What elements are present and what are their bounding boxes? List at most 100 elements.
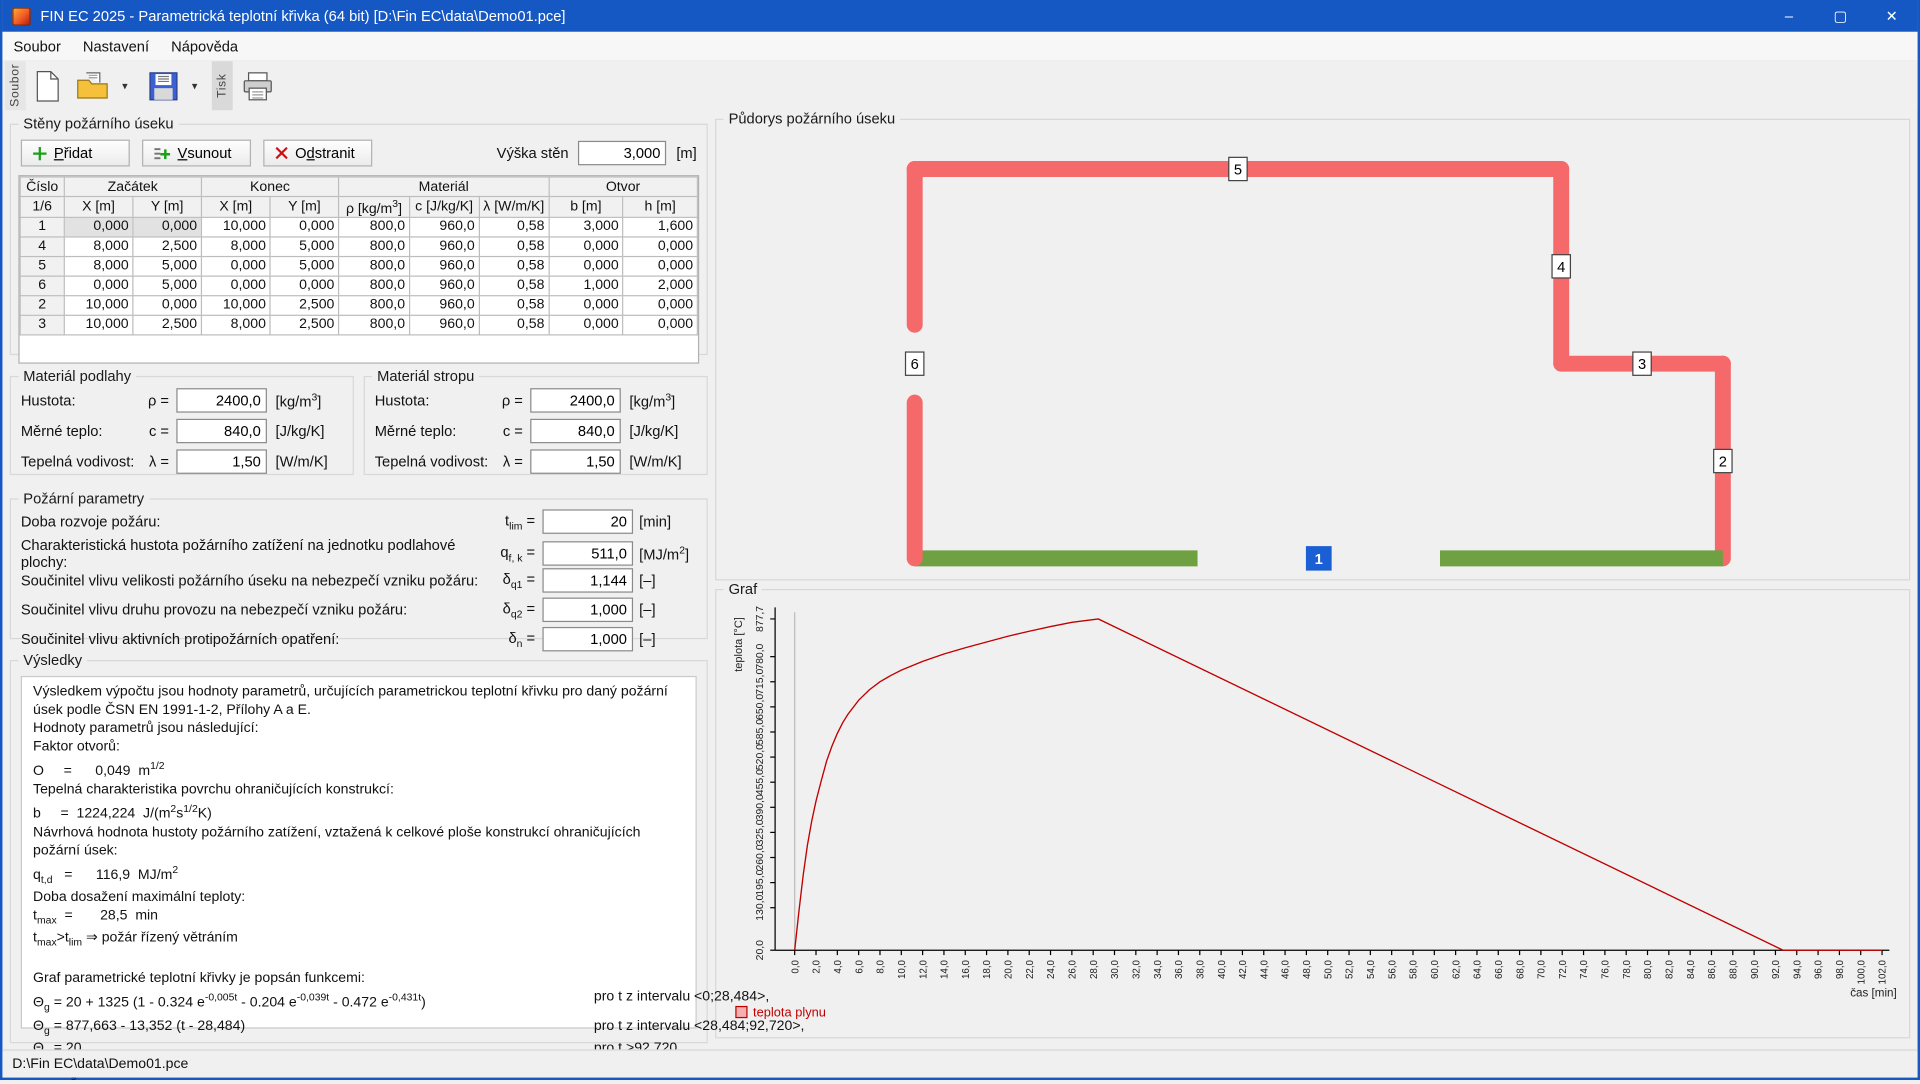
column-group-header: Začátek bbox=[64, 177, 201, 197]
ceiling-material-input[interactable] bbox=[530, 418, 621, 442]
floor-material-input[interactable] bbox=[176, 449, 267, 473]
wall-cell[interactable]: 0,000 bbox=[623, 296, 697, 316]
menu-item-npovda[interactable]: Nápověda bbox=[160, 34, 249, 58]
wall-row-number[interactable]: 4 bbox=[20, 237, 64, 257]
save-dropdown[interactable]: ▾ bbox=[187, 79, 202, 92]
wall-row-4[interactable]: 48,0002,5008,0005,000800,0960,00,580,000… bbox=[20, 237, 697, 257]
wall-cell[interactable]: 800,0 bbox=[339, 256, 410, 276]
wall-cell[interactable]: 0,000 bbox=[133, 217, 201, 237]
wall-cell[interactable]: 2,500 bbox=[270, 296, 338, 316]
wall-cell[interactable]: 0,58 bbox=[479, 315, 549, 335]
wall-height-input[interactable] bbox=[578, 141, 666, 165]
menu-item-nastaven[interactable]: Nastavení bbox=[72, 34, 160, 58]
wall-cell[interactable]: 800,0 bbox=[339, 296, 410, 316]
wall-cell[interactable]: 800,0 bbox=[339, 315, 410, 335]
wall-row-number[interactable]: 1 bbox=[20, 217, 64, 237]
wall-cell[interactable]: 0,000 bbox=[270, 217, 338, 237]
fire-param-input[interactable] bbox=[542, 509, 633, 533]
wall-cell[interactable]: 0,000 bbox=[64, 276, 133, 296]
wall-cell[interactable]: 2,500 bbox=[133, 237, 201, 257]
wall-cell[interactable]: 0,000 bbox=[623, 315, 697, 335]
window-controls: – ▢ ✕ bbox=[1763, 0, 1917, 32]
new-file-button[interactable] bbox=[28, 67, 67, 105]
ceiling-material-input[interactable] bbox=[530, 388, 621, 412]
floor-material-input[interactable] bbox=[176, 388, 267, 412]
wall-cell[interactable]: 10,000 bbox=[64, 296, 133, 316]
wall-row-1[interactable]: 10,0000,00010,0000,000800,0960,00,583,00… bbox=[20, 217, 697, 237]
wall-cell[interactable]: 2,000 bbox=[623, 276, 697, 296]
wall-cell[interactable]: 0,000 bbox=[201, 256, 270, 276]
wall-cell[interactable]: 0,58 bbox=[479, 276, 549, 296]
wall-cell[interactable]: 800,0 bbox=[339, 217, 410, 237]
wall-cell[interactable]: 10,000 bbox=[64, 315, 133, 335]
wall-cell[interactable]: 960,0 bbox=[409, 276, 479, 296]
wall-cell[interactable]: 0,000 bbox=[133, 296, 201, 316]
wall-cell[interactable]: 0,000 bbox=[64, 217, 133, 237]
wall-cell[interactable]: 5,000 bbox=[270, 237, 338, 257]
ceiling-material-row-2: Tepelná vodivost:λ =[W/m/K] bbox=[375, 446, 697, 477]
wall-cell[interactable]: 0,58 bbox=[479, 256, 549, 276]
wall-cell[interactable]: 0,000 bbox=[549, 315, 623, 335]
wall-cell[interactable]: 800,0 bbox=[339, 276, 410, 296]
wall-row-3[interactable]: 310,0002,5008,0002,500800,0960,00,580,00… bbox=[20, 315, 697, 335]
wall-cell[interactable]: 0,000 bbox=[623, 256, 697, 276]
wall-label-6: 6 bbox=[906, 352, 924, 375]
wall-cell[interactable]: 960,0 bbox=[409, 237, 479, 257]
wall-cell[interactable]: 960,0 bbox=[409, 315, 479, 335]
wall-cell[interactable]: 2,500 bbox=[270, 315, 338, 335]
wall-cell[interactable]: 5,000 bbox=[133, 256, 201, 276]
wall-cell[interactable]: 5,000 bbox=[133, 276, 201, 296]
add-button[interactable]: Přidat bbox=[21, 140, 130, 167]
wall-row-5[interactable]: 58,0005,0000,0005,000800,0960,00,580,000… bbox=[20, 256, 697, 276]
fire-param-symbol: δq2 = bbox=[486, 600, 542, 620]
wall-cell[interactable]: 960,0 bbox=[409, 217, 479, 237]
wall-cell[interactable]: 0,000 bbox=[270, 276, 338, 296]
wall-cell[interactable]: 10,000 bbox=[201, 296, 270, 316]
wall-cell[interactable]: 0,000 bbox=[623, 237, 697, 257]
wall-cell[interactable]: 1,600 bbox=[623, 217, 697, 237]
floor-material-symbol: λ = bbox=[140, 452, 177, 469]
wall-cell[interactable]: 0,58 bbox=[479, 217, 549, 237]
wall-cell[interactable]: 3,000 bbox=[549, 217, 623, 237]
menu-item-soubor[interactable]: Soubor bbox=[2, 34, 71, 58]
fire-param-input[interactable] bbox=[542, 541, 633, 565]
wall-cell[interactable]: 8,000 bbox=[201, 237, 270, 257]
wall-row-2[interactable]: 210,0000,00010,0002,500800,0960,00,580,0… bbox=[20, 296, 697, 316]
wall-cell[interactable]: 5,000 bbox=[270, 256, 338, 276]
wall-cell[interactable]: 960,0 bbox=[409, 256, 479, 276]
open-file-dropdown[interactable]: ▾ bbox=[118, 79, 133, 92]
wall-row-number[interactable]: 6 bbox=[20, 276, 64, 296]
save-button[interactable] bbox=[142, 68, 185, 104]
wall-cell[interactable]: 0,000 bbox=[549, 296, 623, 316]
wall-cell[interactable]: 960,0 bbox=[409, 296, 479, 316]
fire-param-input[interactable] bbox=[542, 568, 633, 592]
print-button[interactable] bbox=[235, 68, 280, 104]
maximize-button[interactable]: ▢ bbox=[1815, 0, 1866, 32]
minimize-button[interactable]: – bbox=[1763, 0, 1814, 32]
wall-row-6[interactable]: 60,0005,0000,0000,000800,0960,00,581,000… bbox=[20, 276, 697, 296]
floor-material-input[interactable] bbox=[176, 418, 267, 442]
open-file-button[interactable] bbox=[70, 67, 115, 104]
wall-cell[interactable]: 1,000 bbox=[549, 276, 623, 296]
wall-cell[interactable]: 10,000 bbox=[201, 217, 270, 237]
wall-row-number[interactable]: 5 bbox=[20, 256, 64, 276]
wall-cell[interactable]: 0,000 bbox=[549, 256, 623, 276]
wall-cell[interactable]: 2,500 bbox=[133, 315, 201, 335]
remove-button[interactable]: Odstranit bbox=[263, 140, 372, 167]
wall-row-number[interactable]: 2 bbox=[20, 296, 64, 316]
wall-cell[interactable]: 0,58 bbox=[479, 237, 549, 257]
close-button[interactable]: ✕ bbox=[1866, 0, 1917, 32]
wall-cell[interactable]: 0,000 bbox=[201, 276, 270, 296]
wall-cell[interactable]: 8,000 bbox=[64, 237, 133, 257]
wall-row-number[interactable]: 3 bbox=[20, 315, 64, 335]
wall-cell[interactable]: 8,000 bbox=[201, 315, 270, 335]
wall-cell[interactable]: 800,0 bbox=[339, 237, 410, 257]
ceiling-material-input[interactable] bbox=[530, 449, 621, 473]
fire-param-input[interactable] bbox=[542, 627, 633, 651]
wall-cell[interactable]: 0,000 bbox=[549, 237, 623, 257]
wall-cell[interactable]: 0,58 bbox=[479, 296, 549, 316]
wall-cell[interactable]: 8,000 bbox=[64, 256, 133, 276]
svg-text:94,0: 94,0 bbox=[1792, 959, 1803, 979]
insert-button[interactable]: Vsunout bbox=[142, 140, 251, 167]
fire-param-input[interactable] bbox=[542, 598, 633, 622]
